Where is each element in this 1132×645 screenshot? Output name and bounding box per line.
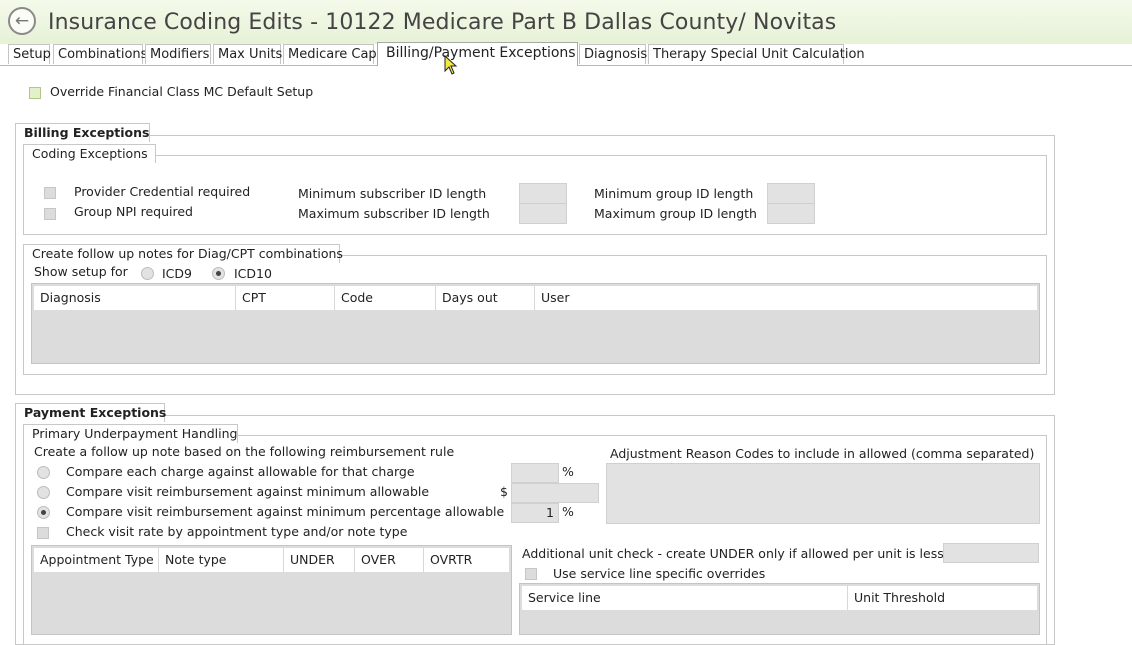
tab-setup[interactable]: Setup [8, 44, 51, 64]
coding-exceptions-title: Coding Exceptions [23, 144, 156, 163]
tab-therapy-special-unit-calculation[interactable]: Therapy Special Unit Calculation [648, 44, 865, 64]
diag-cpt-grid-header: Diagnosis CPT Code Days out User [34, 286, 1037, 310]
option-each-charge-radio[interactable] [37, 466, 50, 479]
option-each-charge-label: Compare each charge against allowable fo… [66, 464, 415, 479]
icd10-label: ICD10 [234, 266, 272, 281]
adjustment-reason-input[interactable] [606, 463, 1040, 524]
tab-billing-payment-exceptions[interactable]: Billing/Payment Exceptions [377, 42, 578, 66]
percent-symbol-2: % [562, 504, 574, 519]
minimum-allowable-amount-input[interactable] [511, 483, 599, 503]
service-line-grid: Service line Unit Threshold [519, 583, 1040, 635]
option-minimum-allowable-label: Compare visit reimbursement against mini… [66, 484, 430, 499]
column-service-line[interactable]: Service line [522, 586, 848, 610]
option-minimum-percentage-radio[interactable] [37, 506, 50, 519]
window-title: Insurance Coding Edits - 10122 Medicare … [48, 10, 837, 35]
use-service-line-checkbox[interactable] [525, 568, 537, 580]
tab-combinations[interactable]: Combinations [53, 44, 147, 64]
min-group-id-input[interactable] [767, 183, 815, 204]
percent-symbol-1: % [562, 464, 574, 479]
column-note-type[interactable]: Note type [159, 548, 284, 572]
diag-cpt-grid: Diagnosis CPT Code Days out User [31, 283, 1040, 364]
tab-medicare-cap[interactable]: Medicare Cap [283, 44, 377, 64]
appointment-type-grid: Appointment Type Note type UNDER OVER OV… [31, 545, 512, 635]
tab-modifiers[interactable]: Modifiers [145, 44, 211, 64]
column-diagnosis[interactable]: Diagnosis [34, 286, 236, 310]
column-days-out[interactable]: Days out [436, 286, 535, 310]
max-group-id-input[interactable] [767, 203, 815, 224]
max-subscriber-id-input[interactable] [519, 203, 567, 224]
back-button[interactable]: ← [8, 7, 36, 35]
provider-credential-label: Provider Credential required [74, 184, 251, 199]
icd9-radio[interactable] [141, 267, 154, 280]
column-code[interactable]: Code [335, 286, 436, 310]
option-minimum-allowable-radio[interactable] [37, 486, 50, 499]
option-minimum-percentage-label: Compare visit reimbursement against mini… [66, 504, 505, 519]
billing-exceptions-title: Billing Exceptions [15, 123, 150, 142]
followup-notes-title: Create follow up notes for Diag/CPT comb… [23, 244, 343, 263]
use-service-line-label: Use service line specific overrides [553, 566, 766, 581]
column-unit-threshold[interactable]: Unit Threshold [848, 586, 1037, 610]
reimbursement-rule-heading: Create a follow up note based on the fol… [34, 444, 455, 459]
group-npi-checkbox[interactable] [44, 208, 56, 220]
min-subscriber-id-label: Minimum subscriber ID length [298, 186, 487, 201]
additional-unit-check-label: Additional unit check - create UNDER onl… [522, 546, 977, 561]
max-group-id-label: Maximum group ID length [594, 206, 757, 221]
minimum-percentage-input[interactable]: 1 [511, 503, 559, 523]
group-npi-label: Group NPI required [74, 204, 193, 219]
icd9-label: ICD9 [162, 266, 192, 281]
tab-bar: Setup Combinations Modifiers Max Units M… [0, 42, 1132, 66]
adjustment-reason-label: Adjustment Reason Codes to include in al… [610, 446, 1035, 461]
mouse-cursor-icon [444, 55, 458, 75]
dollar-symbol: $ [500, 484, 508, 499]
override-checkbox[interactable] [29, 87, 41, 99]
check-visit-rate-checkbox[interactable] [37, 527, 49, 539]
check-visit-rate-label: Check visit rate by appointment type and… [66, 524, 408, 539]
provider-credential-checkbox[interactable] [44, 187, 56, 199]
icd10-radio[interactable] [212, 267, 225, 280]
column-over[interactable]: OVER [355, 548, 424, 572]
appointment-type-grid-header: Appointment Type Note type UNDER OVER OV… [34, 548, 509, 572]
override-label: Override Financial Class MC Default Setu… [50, 84, 314, 99]
show-setup-for-label: Show setup for [34, 264, 128, 279]
primary-underpayment-title: Primary Underpayment Handling [23, 424, 238, 443]
min-group-id-label: Minimum group ID length [594, 186, 754, 201]
back-arrow-icon: ← [14, 10, 30, 31]
column-appointment-type[interactable]: Appointment Type [34, 548, 159, 572]
percent-charge-input[interactable] [511, 463, 559, 483]
column-under[interactable]: UNDER [284, 548, 355, 572]
max-subscriber-id-label: Maximum subscriber ID length [298, 206, 490, 221]
payment-exceptions-title: Payment Exceptions [15, 403, 166, 422]
tab-max-units[interactable]: Max Units [213, 44, 282, 64]
column-user[interactable]: User [535, 286, 1037, 310]
min-subscriber-id-input[interactable] [519, 183, 567, 204]
column-ovrtr[interactable]: OVRTR [424, 548, 509, 572]
additional-unit-check-input[interactable] [943, 543, 1039, 563]
service-line-grid-header: Service line Unit Threshold [522, 586, 1037, 610]
column-cpt[interactable]: CPT [236, 286, 335, 310]
tab-diagnosis[interactable]: Diagnosis [579, 44, 647, 64]
